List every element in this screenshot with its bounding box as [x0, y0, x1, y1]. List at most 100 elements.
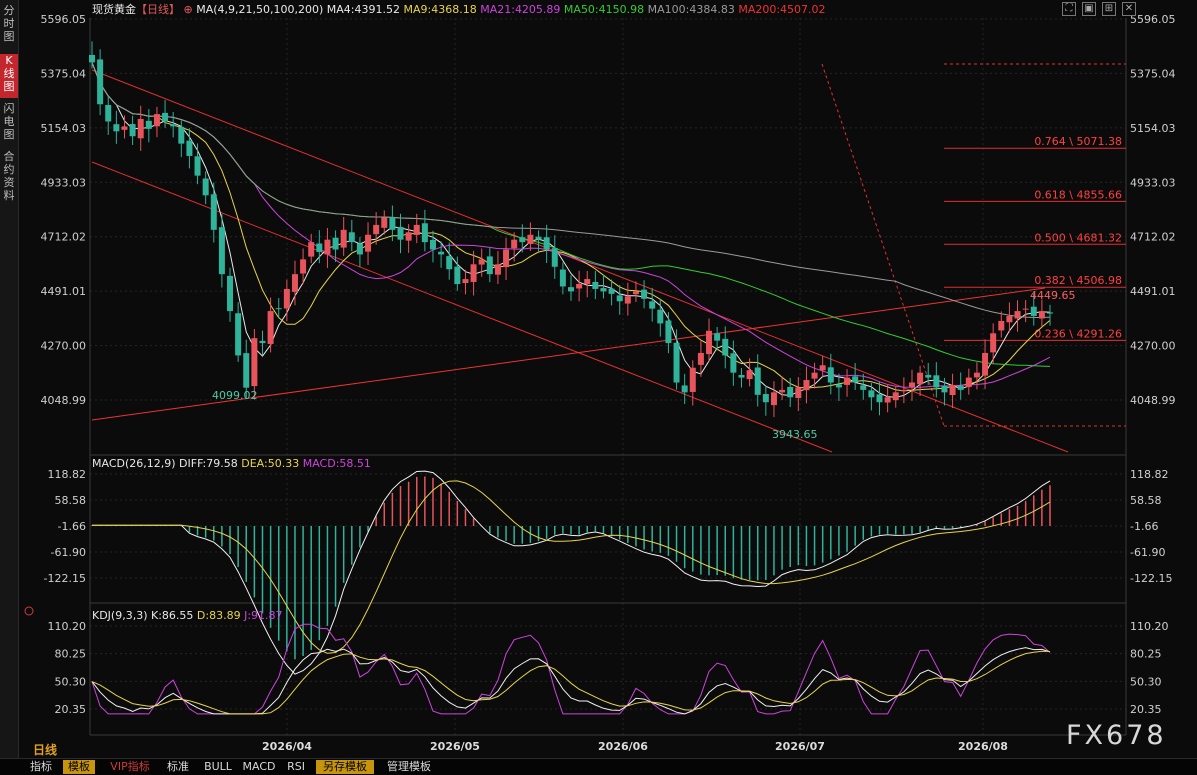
candle-body: [429, 239, 436, 250]
candle-body: [153, 114, 160, 127]
candle-body: [462, 279, 469, 284]
candle-body: [998, 320, 1005, 331]
candle-body: [584, 279, 591, 285]
price-axis-right-label: 4270.00: [1130, 340, 1176, 353]
candle-body: [316, 243, 323, 252]
kdj-axis-right-label: 110.20: [1130, 620, 1169, 633]
candle-body: [559, 269, 566, 287]
candle-body: [356, 243, 363, 255]
candle-body: [689, 367, 696, 392]
timeframe-label[interactable]: 日线: [33, 741, 57, 758]
low-2-label: 3943.65: [772, 428, 818, 441]
candle-body: [478, 259, 485, 265]
candle-body: [608, 288, 615, 294]
date-axis-label: 2026/08: [958, 740, 1008, 753]
candle-body: [527, 234, 534, 245]
price-axis-right-label: 5596.05: [1130, 13, 1176, 26]
macd-axis-left-label: 58.58: [55, 494, 87, 507]
kdj-pane: [91, 623, 1051, 715]
candle-body: [194, 156, 201, 176]
split-view-icon[interactable]: ⊞: [1102, 2, 1116, 16]
candle-body: [649, 301, 656, 309]
date-axis-label: 2026/06: [598, 740, 648, 753]
candle-body: [1006, 316, 1013, 323]
price-axis-right-label: 4712.02: [1130, 231, 1176, 244]
bull-button[interactable]: BULL: [200, 760, 236, 774]
candle-body: [957, 385, 964, 390]
close-icon[interactable]: ✕: [1122, 2, 1136, 16]
macd-button[interactable]: MACD: [241, 760, 277, 774]
save-template-button[interactable]: 另存模板: [316, 760, 374, 774]
price-annotations: 4099.02 3943.65 4449.65: [212, 289, 1076, 441]
candle-body: [616, 295, 623, 302]
candle-body: [973, 372, 980, 378]
candle-body: [730, 353, 737, 373]
candle-body: [381, 217, 388, 228]
candle-body: [243, 353, 250, 388]
chart-header-line: 现货黄金【日线】 ⊕ MA(4,9,21,50,100,200) MA4:439…: [92, 2, 826, 16]
vip-indicator-button[interactable]: VIP指标: [104, 760, 156, 774]
price-axis-left-label: 4048.99: [41, 394, 87, 407]
candle-body: [868, 390, 875, 398]
indicator-toolbar: 指标 模板 VIP指标 标准 BULL MACD RSI 另存模板 管理模板: [0, 758, 1197, 775]
candle-body: [754, 367, 761, 395]
fib-level-label: 0.618 \ 4855.66: [1034, 188, 1122, 201]
macd-axis-left-label: -61.90: [51, 546, 86, 559]
candle-body: [340, 229, 347, 248]
macd-axis-right-label: 118.82: [1130, 468, 1169, 481]
standard-button[interactable]: 标准: [162, 760, 194, 774]
indicator-button[interactable]: 指标: [25, 760, 57, 774]
candle-body: [624, 296, 631, 304]
candle-body: [137, 118, 144, 139]
kdj-header: KDJ(9,3,3) K:86.55 D:83.89 J:91.87: [92, 609, 283, 622]
candle-body: [397, 226, 404, 240]
candle-body: [722, 338, 729, 356]
candle-body: [503, 249, 510, 268]
candle-body: [835, 384, 842, 388]
macd-axis-right-label: -122.15: [1130, 572, 1172, 585]
candle-body: [706, 330, 713, 355]
candle-body: [949, 384, 956, 396]
candle-body: [405, 232, 412, 241]
template-button[interactable]: 模板: [63, 760, 95, 774]
candle-body: [89, 54, 95, 63]
candle-body: [470, 264, 477, 282]
fib-diagonal-line: [821, 63, 945, 427]
fullscreen-icon[interactable]: ⛶: [1062, 2, 1076, 16]
candle-body: [568, 287, 574, 292]
candle-body: [275, 308, 282, 310]
candle-body: [965, 377, 972, 387]
candle-body: [803, 380, 810, 391]
price-axis-left-label: 4712.02: [41, 231, 87, 244]
chart-canvas[interactable]: 0.764 \ 5071.38 0.618 \ 4855.66 0.500 \ 46…: [0, 0, 1197, 758]
rsi-button[interactable]: RSI: [282, 760, 310, 774]
candle-body: [291, 274, 298, 292]
axes: 5596.05 5596.05 5375.04 5375.04 5154.03 5154.…: [24, 13, 1176, 753]
candle-body: [990, 333, 997, 353]
candle-body: [827, 367, 834, 383]
candle-body: [787, 386, 794, 398]
kdj-axis-left-label: 110.20: [48, 620, 87, 633]
kdj-axis-left-label: 80.25: [55, 648, 87, 661]
candle-body: [576, 284, 583, 289]
candle-body: [494, 264, 501, 275]
fib-level-label: 0.382 \ 4506.98: [1034, 274, 1122, 287]
candle-body: [900, 389, 907, 392]
candle-body: [113, 124, 120, 132]
candle-body: [925, 374, 932, 378]
candle-body: [892, 392, 899, 401]
candle-body: [121, 126, 128, 130]
fib-level-label: 0.236 \ 4291.26: [1034, 327, 1122, 340]
manage-template-button[interactable]: 管理模板: [380, 760, 438, 774]
restore-icon[interactable]: ▣: [1082, 2, 1096, 16]
fib-level-label: 0.764 \ 5071.38: [1034, 135, 1122, 148]
candle-body: [657, 309, 664, 324]
price-axis-right-label: 4491.01: [1130, 285, 1176, 298]
macd-axis-right-label: 58.58: [1130, 494, 1162, 507]
candle-body: [218, 227, 225, 275]
candle-body: [697, 352, 704, 365]
candle-body: [844, 377, 851, 385]
kdj-axis-left-label: 20.35: [55, 703, 87, 716]
candle-body: [348, 232, 355, 243]
macd-axis-right-label: -61.90: [1130, 546, 1165, 559]
